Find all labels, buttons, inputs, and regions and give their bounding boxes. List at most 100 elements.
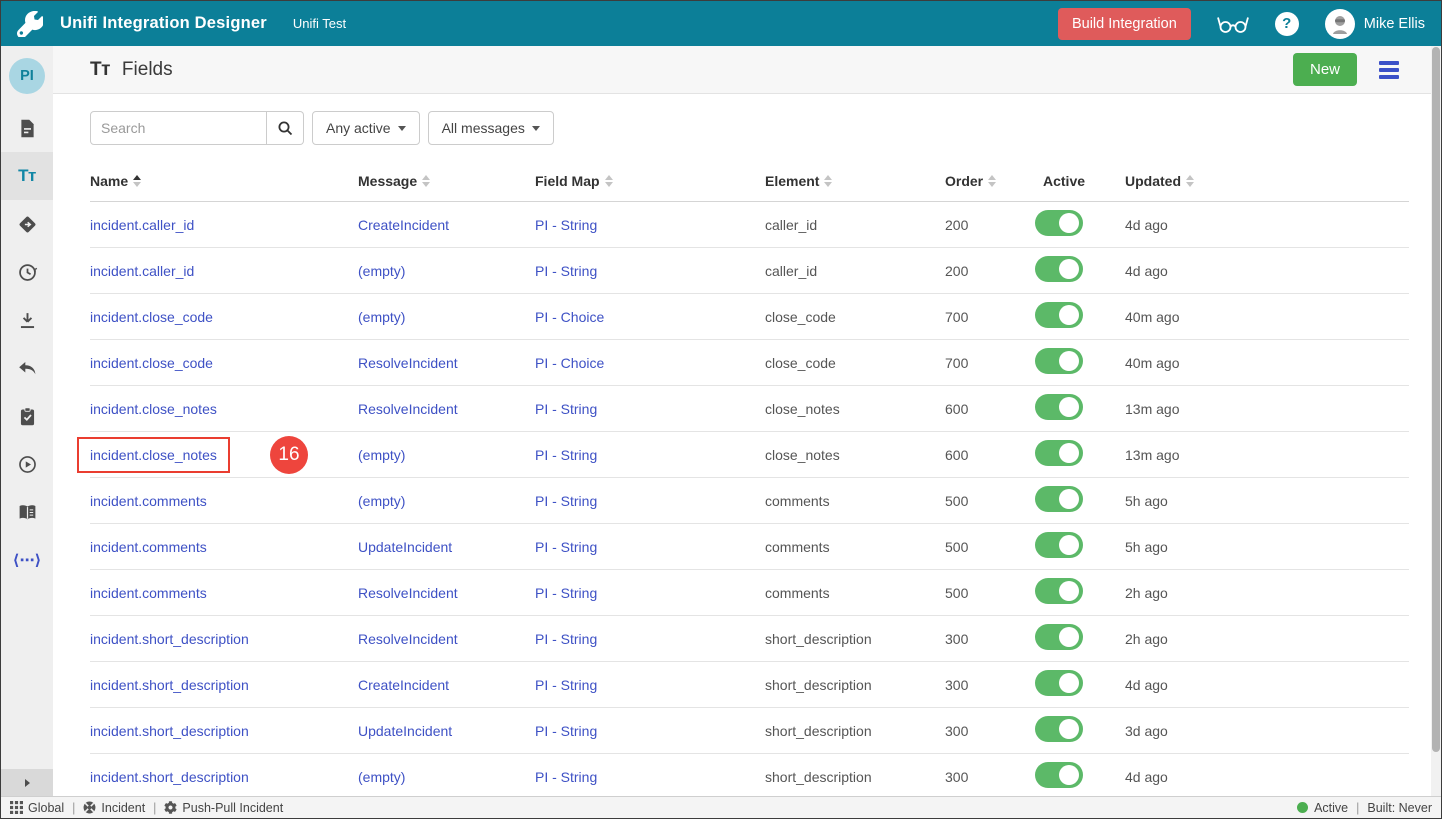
field-map-link[interactable]: PI - String (535, 769, 597, 785)
toggle-knob (1059, 397, 1079, 417)
history-icon (17, 262, 38, 283)
message-link[interactable]: UpdateIncident (358, 723, 452, 739)
process-selector[interactable]: Push-Pull Incident (164, 801, 283, 815)
scrollbar-thumb[interactable] (1432, 47, 1440, 752)
column-header-message[interactable]: Message (358, 173, 535, 189)
message-link[interactable]: CreateIncident (358, 217, 449, 233)
active-toggle[interactable] (1035, 440, 1083, 466)
field-map-link[interactable]: PI - Choice (535, 355, 604, 371)
updated-value: 4d ago (1125, 217, 1409, 233)
menu-icon[interactable] (1379, 61, 1399, 79)
active-filter-dropdown[interactable]: Any active (312, 111, 420, 145)
message-link[interactable]: (empty) (358, 447, 405, 463)
chevron-down-icon (532, 126, 540, 131)
field-map-link[interactable]: PI - Choice (535, 309, 604, 325)
help-icon[interactable]: ? (1275, 12, 1299, 36)
active-toggle[interactable] (1035, 486, 1083, 512)
active-toggle[interactable] (1035, 670, 1083, 696)
sidebar-collapse-button[interactable] (1, 769, 53, 796)
integration-name[interactable]: Unifi Test (293, 16, 346, 31)
field-map-link[interactable]: PI - String (535, 723, 597, 739)
sidebar-item-documentation[interactable] (1, 488, 53, 536)
active-toggle[interactable] (1035, 210, 1083, 236)
table-row: incident.close_code (empty) PI - Choice … (90, 294, 1409, 340)
field-map-link[interactable]: PI - String (535, 539, 597, 555)
field-name-link[interactable]: incident.caller_id (90, 263, 194, 279)
active-toggle[interactable] (1035, 302, 1083, 328)
sidebar-item-fields[interactable]: Tᴛ (1, 152, 53, 200)
field-name-link[interactable]: incident.short_description (90, 769, 249, 785)
message-link[interactable]: (empty) (358, 769, 405, 785)
message-link[interactable]: ResolveIncident (358, 585, 458, 601)
sidebar-item-undo[interactable] (1, 344, 53, 392)
message-link[interactable]: CreateIncident (358, 677, 449, 693)
integration-selector[interactable]: Incident (83, 801, 145, 815)
field-name-link[interactable]: incident.close_code (90, 309, 213, 325)
field-name-link[interactable]: incident.close_notes (90, 401, 217, 417)
active-toggle[interactable] (1035, 348, 1083, 374)
field-map-link[interactable]: PI - String (535, 677, 597, 693)
preview-glasses-icon[interactable] (1217, 13, 1249, 35)
field-map-link[interactable]: PI - String (535, 493, 597, 509)
active-toggle[interactable] (1035, 578, 1083, 604)
column-header-updated[interactable]: Updated (1125, 173, 1409, 189)
message-link[interactable]: (empty) (358, 493, 405, 509)
workspace-avatar[interactable]: PI (9, 58, 45, 94)
field-name-link[interactable]: incident.short_description (90, 723, 249, 739)
vertical-scrollbar[interactable] (1431, 46, 1441, 796)
active-toggle[interactable] (1035, 716, 1083, 742)
search-button[interactable] (267, 111, 304, 145)
sidebar-item-code[interactable]: ⟨⋯⟩ (1, 536, 53, 584)
field-name-link[interactable]: incident.comments (90, 539, 207, 555)
message-link[interactable]: UpdateIncident (358, 539, 452, 555)
field-name-link[interactable]: incident.comments (90, 585, 207, 601)
sidebar-item-directions[interactable] (1, 200, 53, 248)
active-toggle[interactable] (1035, 624, 1083, 650)
undo-icon (17, 358, 38, 379)
column-header-field-map[interactable]: Field Map (535, 173, 765, 189)
field-name-link[interactable]: incident.close_code (90, 355, 213, 371)
user-menu[interactable]: Mike Ellis (1325, 9, 1425, 39)
field-map-link[interactable]: PI - String (535, 631, 597, 647)
updated-value: 13m ago (1125, 401, 1409, 417)
column-header-order[interactable]: Order (945, 173, 1035, 189)
order-value: 300 (945, 769, 1035, 785)
active-toggle[interactable] (1035, 256, 1083, 282)
message-link[interactable]: ResolveIncident (358, 631, 458, 647)
field-map-link[interactable]: PI - String (535, 263, 597, 279)
active-toggle[interactable] (1035, 762, 1083, 788)
search-input[interactable] (90, 111, 267, 145)
field-name-link[interactable]: incident.comments (90, 493, 207, 509)
active-toggle[interactable] (1035, 532, 1083, 558)
scope-selector[interactable]: Global (10, 801, 64, 815)
column-header-element[interactable]: Element (765, 173, 945, 189)
field-map-link[interactable]: PI - String (535, 401, 597, 417)
table-row: incident.close_notes ResolveIncident PI … (90, 386, 1409, 432)
column-header-name[interactable]: Name (90, 173, 358, 189)
sidebar-item-tasks[interactable] (1, 392, 53, 440)
message-filter-dropdown[interactable]: All messages (428, 111, 554, 145)
active-toggle[interactable] (1035, 394, 1083, 420)
separator: | (1356, 801, 1359, 815)
message-link[interactable]: ResolveIncident (358, 355, 458, 371)
message-link[interactable]: (empty) (358, 263, 405, 279)
field-name-link[interactable]: incident.short_description (90, 677, 249, 693)
build-integration-button[interactable]: Build Integration (1058, 8, 1191, 40)
element-value: close_notes (765, 447, 945, 463)
field-map-link[interactable]: PI - String (535, 585, 597, 601)
field-name-link[interactable]: incident.caller_id (90, 217, 194, 233)
message-link[interactable]: ResolveIncident (358, 401, 458, 417)
fields-icon: Tᴛ (18, 166, 36, 186)
sidebar-item-history[interactable] (1, 248, 53, 296)
sidebar-item-import[interactable] (1, 296, 53, 344)
grid-icon (10, 801, 23, 814)
field-map-link[interactable]: PI - String (535, 447, 597, 463)
field-map-link[interactable]: PI - String (535, 217, 597, 233)
field-name-link[interactable]: incident.close_notes (90, 447, 217, 463)
sidebar-item-documents[interactable] (1, 104, 53, 152)
sidebar-item-run[interactable] (1, 440, 53, 488)
new-button[interactable]: New (1293, 53, 1357, 86)
message-link[interactable]: (empty) (358, 309, 405, 325)
field-name-link[interactable]: incident.short_description (90, 631, 249, 647)
built-status-label: Built: Never (1367, 801, 1432, 815)
